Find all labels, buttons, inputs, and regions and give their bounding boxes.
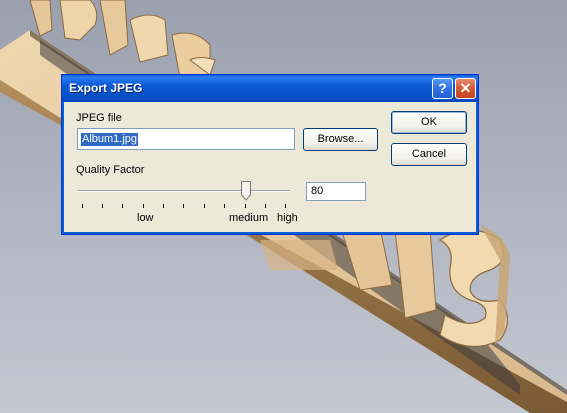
close-icon: ✕ [459, 80, 472, 96]
cancel-button[interactable]: Cancel [391, 143, 467, 166]
slider-tick [82, 204, 83, 208]
slider-thumb[interactable] [241, 181, 251, 201]
quality-value-input[interactable]: 80 [306, 182, 366, 201]
slider-tick [285, 204, 286, 208]
slider-tick [224, 204, 225, 208]
slider-tick [204, 204, 205, 208]
export-jpeg-dialog: Export JPEG ? ✕ JPEG file Album1.jpg Bro… [61, 74, 479, 235]
slider-tick [183, 204, 184, 208]
slider-tick [143, 204, 144, 208]
jpeg-file-label: JPEG file [76, 112, 122, 124]
quality-slider[interactable] [77, 181, 290, 206]
help-button[interactable]: ? [432, 78, 453, 99]
slider-tick [102, 204, 103, 208]
dialog-titlebar[interactable]: Export JPEG ? ✕ [62, 75, 478, 102]
jpeg-file-value: Album1.jpg [81, 133, 139, 146]
slider-track [77, 190, 290, 192]
slider-tick [265, 204, 266, 208]
close-button[interactable]: ✕ [455, 78, 476, 99]
3d-letters-bottom [260, 224, 510, 348]
slider-tick [163, 204, 164, 208]
slider-ticks [77, 204, 290, 210]
jpeg-file-input[interactable]: Album1.jpg [77, 128, 295, 150]
dialog-content: JPEG file Album1.jpg Browse... OK Cancel… [65, 102, 475, 231]
help-icon: ? [438, 80, 447, 96]
slider-tick [245, 204, 246, 208]
browse-button[interactable]: Browse... [303, 128, 378, 151]
slider-tick [122, 204, 123, 208]
slider-label-medium: medium [229, 212, 269, 224]
slider-label-low: low [137, 212, 154, 224]
quality-value: 80 [311, 185, 324, 197]
dialog-title: Export JPEG [69, 81, 143, 95]
ok-button[interactable]: OK [391, 111, 467, 134]
slider-label-high: high [277, 212, 298, 224]
quality-factor-label: Quality Factor [76, 164, 145, 176]
